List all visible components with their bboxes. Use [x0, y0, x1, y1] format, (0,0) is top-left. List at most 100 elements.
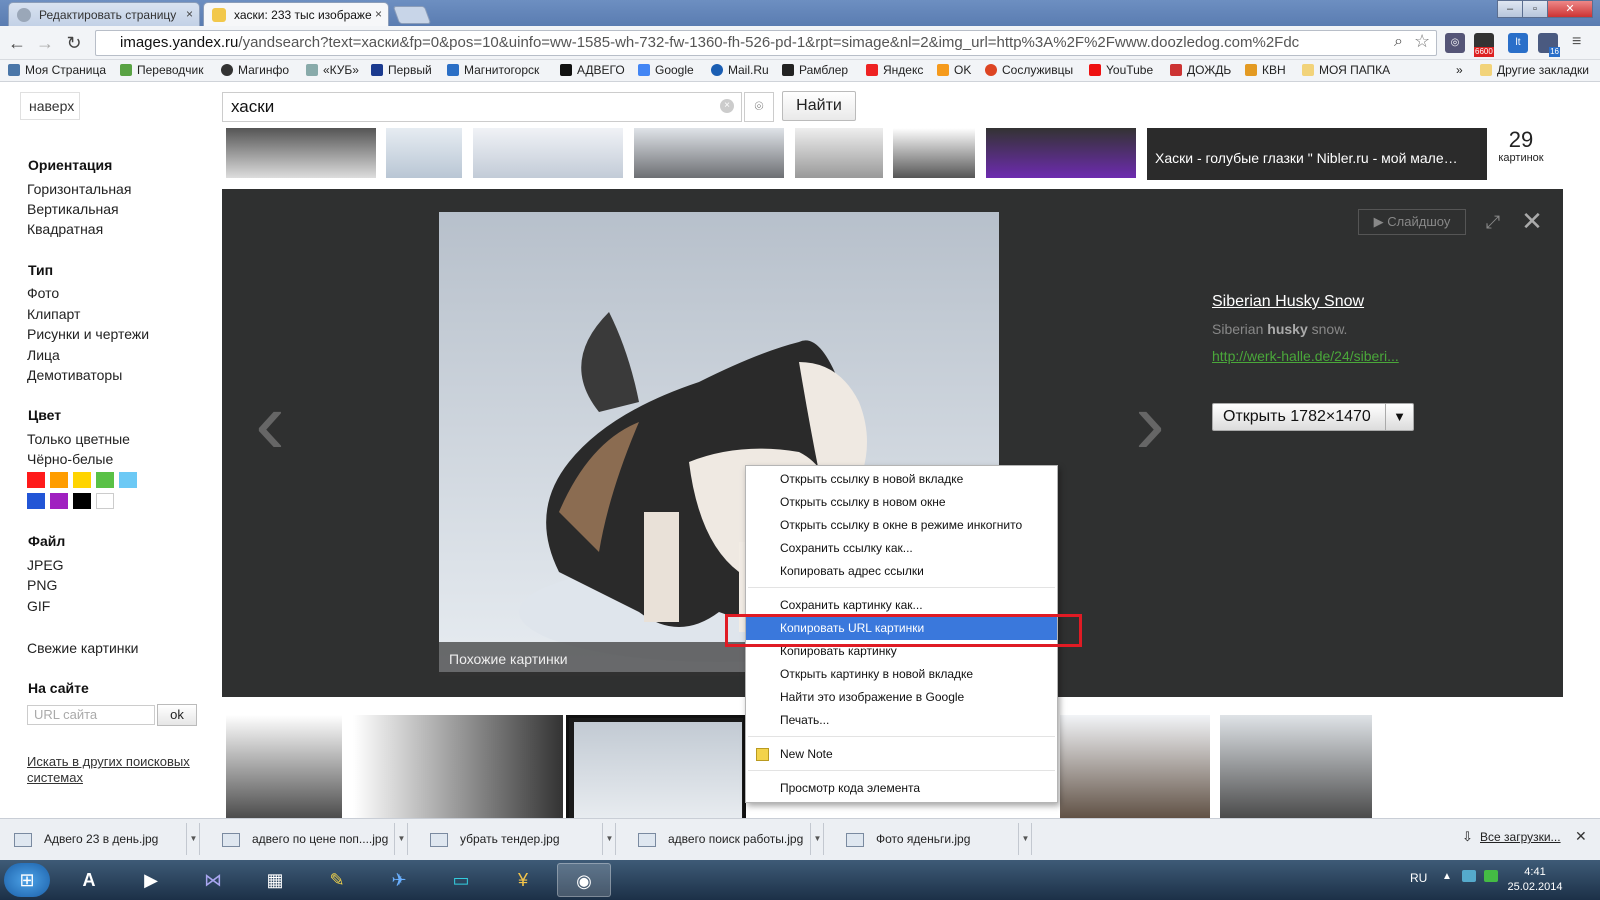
color-swatch[interactable] [73, 472, 91, 488]
filter-drawings[interactable]: Рисунки и чертежи [27, 326, 149, 342]
find-button[interactable]: Найти [782, 91, 856, 121]
thumbnail[interactable] [353, 715, 563, 823]
filter-photo[interactable]: Фото [27, 285, 59, 301]
download-menu-icon[interactable]: ▼ [602, 823, 616, 855]
menu-open-link-new-tab[interactable]: Открыть ссылку в новой вкладке [746, 468, 1057, 491]
expand-icon[interactable]: ⤢ [1482, 211, 1504, 233]
bookmark-item[interactable]: ДОЖДЬ [1170, 63, 1231, 77]
advego-taskbar-icon[interactable]: A [66, 863, 112, 897]
filter-color-only[interactable]: Только цветные [27, 431, 130, 447]
back-icon[interactable]: ← [5, 32, 29, 54]
globe-extension-icon[interactable]: ◎ [1445, 33, 1465, 53]
all-downloads-link[interactable]: Все загрузки... [1480, 830, 1561, 844]
camera-search-icon[interactable]: ⌾ [744, 92, 774, 122]
color-swatch[interactable] [27, 472, 45, 488]
bookmark-item[interactable]: Сослуживцы [985, 63, 1073, 77]
zoom-icon[interactable]: ⌕ [1394, 33, 1403, 51]
tray-expand-icon[interactable]: ▲ [1442, 871, 1452, 882]
menu-search-image-google[interactable]: Найти это изображение в Google [746, 686, 1057, 709]
slideshow-button[interactable]: ▶ Слайдшоу [1358, 209, 1466, 235]
open-image-button[interactable]: Открыть 1782×1470 ▼ [1212, 403, 1414, 431]
thumbnail[interactable] [473, 128, 623, 178]
bookmark-folder[interactable]: МОЯ ПАПКА [1302, 63, 1390, 77]
bookmark-star-icon[interactable]: ☆ [1414, 31, 1430, 52]
color-swatch[interactable] [96, 472, 114, 488]
chrome-taskbar-icon[interactable]: ◉ [557, 863, 611, 897]
close-window-button[interactable]: ✕ [1547, 0, 1593, 18]
minimize-button[interactable]: – [1497, 0, 1523, 18]
bookmark-item[interactable]: OK [937, 63, 971, 77]
bookmarks-overflow-button[interactable]: » [1456, 63, 1463, 77]
download-menu-icon[interactable]: ▼ [186, 823, 200, 855]
menu-open-link-new-window[interactable]: Открыть ссылку в новом окне [746, 491, 1057, 514]
color-swatch[interactable] [27, 493, 45, 509]
menu-print[interactable]: Печать... [746, 709, 1057, 732]
bookmark-item[interactable]: Первый [371, 63, 432, 77]
bookmark-item[interactable]: Магинфо [221, 63, 289, 77]
new-tab-button[interactable] [392, 6, 432, 24]
download-item[interactable]: адвего поиск работы.jpg ▼ [628, 823, 824, 855]
download-menu-icon[interactable]: ▼ [394, 823, 408, 855]
thumbnail[interactable] [1220, 715, 1372, 823]
menu-open-link-incognito[interactable]: Открыть ссылку в окне в режиме инкогнито [746, 514, 1057, 537]
bookmark-item[interactable]: Google [638, 63, 694, 77]
filter-jpeg[interactable]: JPEG [27, 557, 64, 573]
start-button-icon[interactable]: ⊞ [4, 863, 50, 897]
filter-faces[interactable]: Лица [27, 347, 60, 363]
size-dropdown-icon[interactable]: ▼ [1385, 404, 1413, 430]
color-swatch[interactable] [96, 493, 114, 509]
thumbnail[interactable] [1060, 715, 1210, 823]
filter-square[interactable]: Квадратная [27, 221, 103, 237]
thumbnail[interactable] [226, 715, 342, 823]
image-count-box[interactable]: 29 картинок [1488, 128, 1554, 170]
translate-extension-icon[interactable]: lt [1508, 33, 1528, 53]
menu-inspect-element[interactable]: Просмотр кода элемента [746, 777, 1057, 800]
notes-app-icon[interactable]: ✎ [314, 863, 360, 897]
bookmark-item[interactable]: КВН [1245, 63, 1286, 77]
site-ok-button[interactable]: ok [157, 704, 197, 726]
image-title-link[interactable]: Siberian Husky Snow [1212, 293, 1364, 311]
download-menu-icon[interactable]: ▼ [1018, 823, 1032, 855]
thumbnail[interactable] [226, 128, 376, 178]
media-player-icon[interactable]: ▶ [128, 863, 174, 897]
menu-copy-link-address[interactable]: Копировать адрес ссылки [746, 560, 1057, 583]
bookmark-item[interactable]: Переводчик [120, 63, 204, 77]
next-arrow-icon[interactable]: › [1135, 372, 1165, 475]
visual-studio-icon[interactable]: ⋈ [190, 863, 236, 897]
close-tab-icon[interactable]: × [186, 7, 193, 21]
network-icon[interactable] [1462, 870, 1476, 882]
bookmark-item[interactable]: АДВЕГО [560, 63, 625, 77]
thumbnail[interactable] [986, 128, 1136, 178]
close-viewer-icon[interactable]: ✕ [1519, 208, 1545, 234]
scroll-top-button[interactable]: наверх [20, 92, 80, 120]
bookmark-item[interactable]: Рамблер [782, 63, 848, 77]
bookmark-item[interactable]: Моя Страница [8, 63, 106, 77]
messenger-icon[interactable]: ✈ [376, 863, 422, 897]
filter-gif[interactable]: GIF [27, 598, 50, 614]
bookmark-item[interactable]: YouTube [1089, 63, 1153, 77]
thumbnail-selected-image[interactable] [574, 722, 742, 822]
search-input[interactable]: хаски [222, 92, 742, 122]
filter-vertical[interactable]: Вертикальная [27, 201, 119, 217]
address-bar[interactable]: images.yandex.ru/yandsearch?text=хаски&f… [95, 30, 1437, 56]
download-item[interactable]: Адвего 23 в день.jpg ▼ [4, 823, 200, 855]
bookmark-item[interactable]: Яндекс [866, 63, 923, 77]
color-swatch[interactable] [50, 493, 68, 509]
forward-icon[interactable]: → [33, 32, 57, 54]
reload-icon[interactable]: ↻ [62, 32, 86, 54]
other-bookmarks[interactable]: Другие закладки [1480, 63, 1589, 77]
calculator-icon[interactable]: ▦ [252, 863, 298, 897]
color-swatch[interactable] [73, 493, 91, 509]
system-clock[interactable]: 4:41 25.02.2014 [1500, 865, 1570, 895]
download-item[interactable]: убрать тендер.jpg ▼ [420, 823, 616, 855]
prev-arrow-icon[interactable]: ‹ [255, 372, 285, 475]
download-menu-icon[interactable]: ▼ [810, 823, 824, 855]
thumbnail[interactable] [386, 128, 462, 178]
tab-husky-search[interactable]: хаски: 233 тыс изображе × [203, 2, 389, 26]
image-source-link[interactable]: http://werk-halle.de/24/siberi... [1212, 348, 1399, 364]
menu-open-image-new-tab[interactable]: Открыть картинку в новой вкладке [746, 663, 1057, 686]
bookmark-item[interactable]: Магнитогорск [447, 63, 539, 77]
other-engines-link[interactable]: Искать в других поисковых системах [27, 754, 217, 786]
close-downloads-icon[interactable]: ✕ [1575, 828, 1587, 845]
thumbnail[interactable] [795, 128, 883, 178]
